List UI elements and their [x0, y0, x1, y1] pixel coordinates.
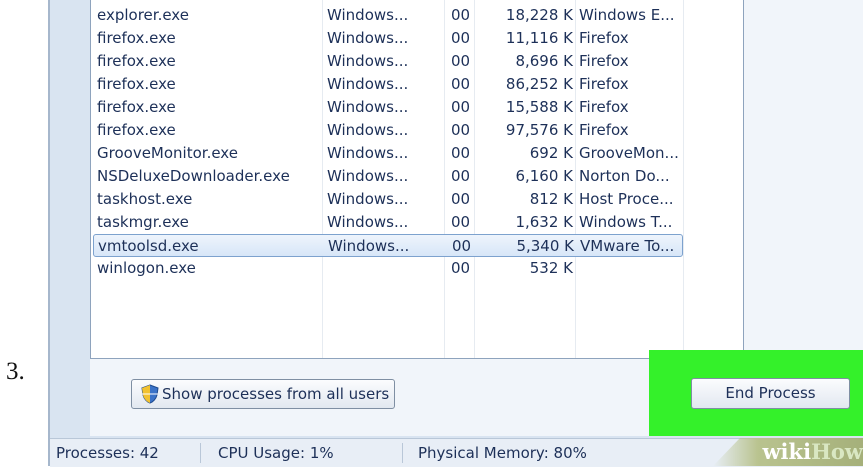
process-memory: 86,252 K	[505, 75, 573, 93]
show-all-processes-button[interactable]: Show processes from all users	[131, 379, 395, 409]
process-cpu: 00	[451, 144, 471, 162]
process-user: Windows...	[327, 144, 409, 162]
process-cpu: 00	[451, 6, 471, 24]
process-description: Firefox	[579, 121, 629, 139]
process-name: firefox.exe	[97, 121, 176, 139]
process-row[interactable]: taskhost.exe Windows... 00 812 K Host Proce.…	[91, 188, 743, 211]
watermark-part-how: How	[811, 439, 863, 464]
process-row[interactable]: firefox.exe Windows... 00 15,588 K Firefox	[91, 96, 743, 119]
process-description: Host Proce...	[579, 190, 674, 208]
process-row[interactable]: winlogon.exe 00 532 K	[91, 257, 743, 280]
process-cpu: 00	[452, 237, 472, 255]
process-description: Norton Do...	[579, 167, 670, 185]
process-user: Windows...	[327, 52, 409, 70]
process-name: explorer.exe	[97, 6, 189, 24]
process-description: Windows T...	[579, 213, 673, 231]
process-user: Windows...	[327, 6, 409, 24]
process-memory: 532 K	[529, 259, 573, 277]
process-name: firefox.exe	[97, 29, 176, 47]
process-memory: 18,228 K	[505, 6, 573, 24]
step-number: 3.	[6, 358, 25, 385]
process-row[interactable]: NSDeluxeDownloader.exe Windows... 00 6,160 …	[91, 165, 743, 188]
process-memory: 812 K	[529, 190, 573, 208]
process-memory: 692 K	[529, 144, 573, 162]
process-cpu: 00	[451, 52, 471, 70]
process-name: taskhost.exe	[97, 190, 193, 208]
process-cpu: 00	[451, 167, 471, 185]
wikihow-watermark: wikiHow	[762, 440, 863, 464]
process-row[interactable]: firefox.exe Windows... 00 97,576 K Firefox	[91, 119, 743, 142]
process-user: Windows...	[327, 29, 409, 47]
status-divider	[402, 443, 403, 463]
process-memory: 97,576 K	[505, 121, 573, 139]
process-row[interactable]: taskmgr.exe Windows... 00 1,632 K Windows T.…	[91, 211, 743, 234]
process-user: Windows...	[327, 75, 409, 93]
process-memory: 5,340 K	[516, 237, 574, 255]
process-name: GrooveMonitor.exe	[97, 144, 238, 162]
process-name: taskmgr.exe	[97, 213, 189, 231]
process-name: firefox.exe	[97, 98, 176, 116]
process-name: vmtoolsd.exe	[98, 237, 199, 255]
process-description: Windows E...	[579, 6, 675, 24]
process-cpu: 00	[451, 190, 471, 208]
process-row[interactable]: explorer.exe Windows... 00 18,228 K Windows …	[91, 4, 743, 27]
status-cpu-usage: CPU Usage: 1%	[218, 444, 334, 462]
process-cpu: 00	[451, 259, 471, 277]
process-row[interactable]: firefox.exe Windows... 00 8,696 K Firefox	[91, 50, 743, 73]
process-user: Windows...	[327, 98, 409, 116]
process-memory: 11,116 K	[505, 29, 573, 47]
process-cpu: 00	[451, 98, 471, 116]
process-row[interactable]: vmtoolsd.exe Windows... 00 5,340 K VMware To…	[93, 234, 683, 257]
process-cpu: 00	[451, 121, 471, 139]
watermark-part-wiki: wiki	[762, 439, 812, 464]
show-all-processes-label: Show processes from all users	[162, 385, 390, 403]
process-row[interactable]: firefox.exe Windows... 00 86,252 K Firefox	[91, 73, 743, 96]
process-row[interactable]: firefox.exe Windows... 00 11,116 K Firefox	[91, 27, 743, 50]
end-process-button[interactable]: End Process	[691, 378, 850, 409]
process-name: firefox.exe	[97, 75, 176, 93]
process-memory: 8,696 K	[515, 52, 573, 70]
process-memory: 6,160 K	[515, 167, 573, 185]
status-processes: Processes: 42	[56, 444, 159, 462]
process-name: winlogon.exe	[97, 259, 196, 277]
process-user: Windows...	[327, 213, 409, 231]
process-description: Firefox	[579, 52, 629, 70]
process-description: Firefox	[579, 29, 629, 47]
process-cpu: 00	[451, 213, 471, 231]
process-description: VMware To...	[580, 237, 675, 255]
process-description: Firefox	[579, 75, 629, 93]
process-cpu: 00	[451, 29, 471, 47]
process-user: Windows...	[327, 121, 409, 139]
process-user: Windows...	[327, 190, 409, 208]
process-name: NSDeluxeDownloader.exe	[97, 167, 290, 185]
process-description: Firefox	[579, 98, 629, 116]
process-user: Windows...	[328, 237, 410, 255]
status-physical-memory: Physical Memory: 80%	[418, 444, 587, 462]
process-description: GrooveMon...	[579, 144, 679, 162]
process-row[interactable]: GrooveMonitor.exe Windows... 00 692 K Groove…	[91, 142, 743, 165]
process-list[interactable]: explorer.exe Windows... 00 18,228 K Windows …	[90, 0, 744, 359]
process-cpu: 00	[451, 75, 471, 93]
process-user: Windows...	[327, 167, 409, 185]
process-name: firefox.exe	[97, 52, 176, 70]
process-memory: 15,588 K	[505, 98, 573, 116]
process-memory: 1,632 K	[515, 213, 573, 231]
status-divider	[200, 443, 201, 463]
uac-shield-icon	[141, 384, 159, 404]
